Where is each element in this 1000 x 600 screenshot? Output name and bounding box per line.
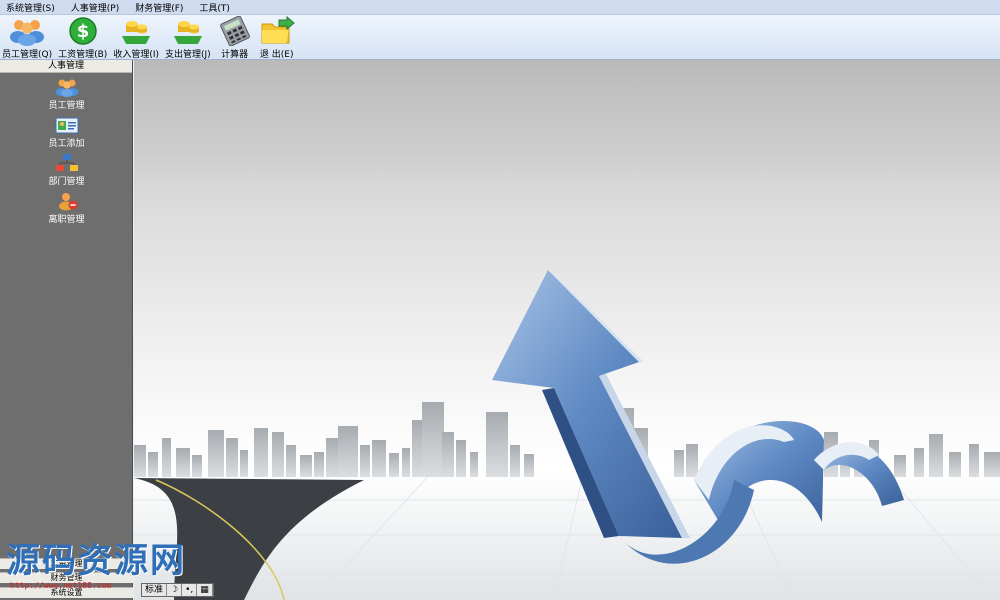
toolbar: 员工管理(Q) $ 工资管理(B) 收入管理(I) 支出管理(J) 计算器 退 … <box>0 15 1000 60</box>
watermark-text: 源码资源网 <box>6 541 186 581</box>
city-arrow-illustration <box>134 270 1000 600</box>
sidebar-item-label: 员工管理 <box>48 101 85 111</box>
employee-manage-button[interactable]: 员工管理(Q) <box>2 15 52 60</box>
menu-personnel[interactable]: 人事管理(P) <box>71 1 119 14</box>
coins-out-icon <box>170 16 206 46</box>
folder-exit-icon <box>259 15 295 46</box>
income-manage-button[interactable]: 收入管理(I) <box>113 15 159 60</box>
salary-manage-button[interactable]: $ 工资管理(B) <box>58 15 107 60</box>
ime-keyboard-icon[interactable]: ▦ <box>197 584 213 596</box>
sidebar-header[interactable]: 人事管理 <box>0 60 132 73</box>
menu-bar: 系统管理(S) 人事管理(P) 财务管理(F) 工具(T) <box>0 0 1000 15</box>
exit-label: 退 出(E) <box>259 50 294 60</box>
org-chart-icon <box>55 153 79 173</box>
menu-tools[interactable]: 工具(T) <box>199 1 230 14</box>
calculator-label: 计算器 <box>221 50 249 60</box>
ime-status-bar[interactable]: 标准 ☽ •, ▦ <box>141 583 214 597</box>
menu-finance[interactable]: 财务管理(F) <box>135 1 183 14</box>
employee-manage-label: 员工管理(Q) <box>2 50 53 60</box>
expense-manage-button[interactable]: 支出管理(J) <box>165 15 211 60</box>
expense-manage-label: 支出管理(J) <box>165 50 211 60</box>
ime-moon-icon[interactable]: ☽ <box>167 584 183 596</box>
main-background <box>134 60 1000 600</box>
sidebar-item-employee-add[interactable]: 员工添加 <box>0 111 133 149</box>
watermark-url: http://www.net188.com <box>10 581 112 590</box>
coins-in-icon <box>118 16 154 46</box>
sidebar-item-label: 部门管理 <box>48 177 85 187</box>
income-manage-label: 收入管理(I) <box>113 50 159 60</box>
ime-mode-standard[interactable]: 标准 <box>142 584 168 596</box>
user-remove-icon <box>55 191 79 211</box>
id-card-icon <box>55 115 79 135</box>
calculator-button[interactable]: 计算器 <box>217 15 253 60</box>
sidebar-item-department-manage[interactable]: 部门管理 <box>0 149 133 187</box>
calculator-icon <box>217 15 253 47</box>
menu-system[interactable]: 系统管理(S) <box>6 1 55 14</box>
salary-manage-label: 工资管理(B) <box>58 50 108 60</box>
svg-text:$: $ <box>76 21 89 42</box>
sidebar-item-label: 员工添加 <box>48 139 85 149</box>
sidebar-item-label: 离职管理 <box>48 215 85 225</box>
exit-button[interactable]: 退 出(E) <box>259 15 295 60</box>
sidebar-item-employee-manage[interactable]: 员工管理 <box>0 73 133 111</box>
sidebar-item-resign-manage[interactable]: 离职管理 <box>0 187 133 225</box>
users-icon <box>55 77 79 97</box>
sidebar: 人事管理 员工管理 员工添加 部门管理 离职管理 工资管理 财务管理 系统设置 <box>0 60 133 600</box>
dollar-icon: $ <box>65 16 101 46</box>
users-icon <box>9 16 45 46</box>
ime-punctuation-icon[interactable]: •, <box>182 584 198 596</box>
